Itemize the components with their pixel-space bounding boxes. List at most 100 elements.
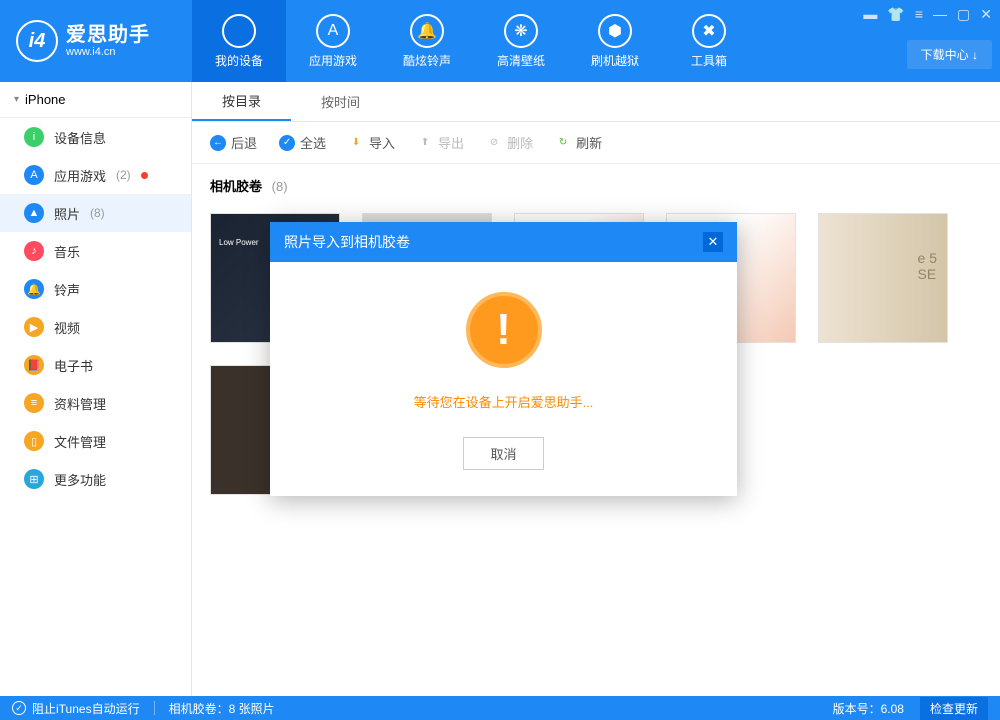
menu-icon[interactable]: ≡: [915, 6, 923, 23]
device-node[interactable]: ▾ iPhone: [0, 82, 191, 118]
device-label: iPhone: [25, 92, 65, 107]
dialog-header: 照片导入到相机胶卷 ✕: [270, 222, 737, 262]
photo-icon: ▲: [24, 203, 44, 223]
check-icon: ✓: [279, 135, 295, 151]
delete-button[interactable]: ⊘ 删除: [486, 133, 533, 152]
select-all-label: 全选: [300, 133, 326, 152]
sidebar-item-8[interactable]: ▯文件管理: [0, 422, 191, 460]
sidebar-item-2[interactable]: ▲照片(8): [0, 194, 191, 232]
sidebar: ▾ iPhone i设备信息A应用游戏(2)▲照片(8)♪音乐🔔铃声▶视频📕电子…: [0, 82, 192, 696]
sidebar-label: 应用游戏: [54, 166, 106, 185]
sidebar-list: i设备信息A应用游戏(2)▲照片(8)♪音乐🔔铃声▶视频📕电子书≡资料管理▯文件…: [0, 118, 191, 498]
tab-0[interactable]: 按目录: [192, 82, 291, 121]
nav-apple[interactable]: 我的设备: [192, 0, 286, 82]
maximize-icon[interactable]: ▢: [957, 6, 970, 23]
nav-box[interactable]: ⬢ 刷机越狱: [568, 0, 662, 82]
book-icon: 📕: [24, 355, 44, 375]
cancel-button[interactable]: 取消: [463, 437, 543, 470]
data-icon: ≡: [24, 393, 44, 413]
nav-label: 刷机越狱: [591, 52, 639, 69]
export-button[interactable]: ⬆ 导出: [417, 133, 464, 152]
back-label: 后退: [231, 133, 257, 152]
sidebar-label: 资料管理: [54, 394, 106, 413]
app-logo: i4 爱思助手 www.i4.cn: [0, 0, 192, 82]
check-update-button[interactable]: 检查更新: [920, 697, 988, 720]
sidebar-label: 设备信息: [54, 128, 106, 147]
ring-icon: 🔔: [24, 279, 44, 299]
warning-icon: !: [466, 292, 542, 368]
export-icon: ⬆: [417, 135, 433, 151]
toolbar: ← 后退 ✓ 全选 ⬇ 导入 ⬆ 导出 ⊘ 删除 ↻ 刷新: [192, 122, 1000, 164]
nav-label: 高清壁纸: [497, 52, 545, 69]
skin-icon[interactable]: 👕: [887, 6, 904, 23]
import-button[interactable]: ⬇ 导入: [348, 133, 395, 152]
logo-badge-icon: i4: [16, 20, 58, 62]
import-dialog: 照片导入到相机胶卷 ✕ ! 等待您在设备上开启爱思助手... 取消: [270, 222, 737, 496]
sidebar-item-5[interactable]: ▶ 视频: [0, 308, 191, 346]
album-name: 相机胶卷: [210, 179, 262, 194]
notification-dot-icon: [141, 172, 148, 179]
apple-icon: [222, 14, 256, 48]
minimize-icon[interactable]: —: [933, 6, 947, 23]
more-icon: ⊞: [24, 469, 44, 489]
sidebar-item-1[interactable]: A应用游戏(2): [0, 156, 191, 194]
sidebar-label: 音乐: [54, 242, 80, 261]
sidebar-label: 文件管理: [54, 432, 106, 451]
appstore-icon: A: [316, 14, 350, 48]
back-icon: ←: [210, 135, 226, 151]
sidebar-label: 电子书: [54, 356, 93, 375]
nav-bell[interactable]: 🔔 酷炫铃声: [380, 0, 474, 82]
nav-label: 应用游戏: [309, 52, 357, 69]
wallpaper-icon: ❋: [504, 14, 538, 48]
nav-label: 我的设备: [215, 52, 263, 69]
status-bar: ✓ 阻止iTunes自动运行 相机胶卷：8 张照片 版本号：6.08 检查更新: [0, 696, 1000, 720]
video-icon: ▶: [24, 317, 44, 337]
chevron-down-icon: ▾: [14, 94, 19, 105]
bell-icon: 🔔: [410, 14, 444, 48]
dialog-message: 等待您在设备上开启爱思助手...: [290, 392, 717, 411]
import-icon: ⬇: [348, 135, 364, 151]
sidebar-label: 视频: [54, 318, 80, 337]
select-all-button[interactable]: ✓ 全选: [279, 133, 326, 152]
import-label: 导入: [369, 133, 395, 152]
delete-icon: ⊘: [486, 135, 502, 151]
nav-appstore[interactable]: A 应用游戏: [286, 0, 380, 82]
sidebar-item-3[interactable]: ♪ 音乐: [0, 232, 191, 270]
dialog-close-button[interactable]: ✕: [703, 232, 723, 252]
box-icon: ⬢: [598, 14, 632, 48]
music-icon: ♪: [24, 241, 44, 261]
sidebar-item-7[interactable]: ≡ 资料管理: [0, 384, 191, 422]
itunes-block-toggle[interactable]: 阻止iTunes自动运行: [32, 700, 140, 717]
sidebar-item-9[interactable]: ⊞ 更多功能: [0, 460, 191, 498]
download-center-button[interactable]: 下载中心 ↓: [907, 40, 992, 69]
close-icon[interactable]: ✕: [980, 6, 992, 23]
app-header: i4 爱思助手 www.i4.cn 我的设备 A 应用游戏 🔔 酷炫铃声 ❋ 高清壁纸 ⬢ 刷机…: [0, 0, 1000, 82]
refresh-button[interactable]: ↻ 刷新: [555, 133, 602, 152]
dialog-title: 照片导入到相机胶卷: [284, 232, 410, 252]
info-icon: i: [24, 127, 44, 147]
sidebar-label: 更多功能: [54, 470, 106, 489]
apps-icon: A: [24, 165, 44, 185]
tab-1[interactable]: 按时间: [291, 82, 390, 121]
refresh-label: 刷新: [576, 133, 602, 152]
wrench-icon: ✖: [692, 14, 726, 48]
nav-label: 工具箱: [691, 52, 727, 69]
photo-thumb[interactable]: [818, 213, 948, 343]
sidebar-item-0[interactable]: i 设备信息: [0, 118, 191, 156]
export-label: 导出: [438, 133, 464, 152]
refresh-icon: ↻: [555, 135, 571, 151]
album-title: 相机胶卷 (8): [192, 164, 1000, 207]
sidebar-item-6[interactable]: 📕 电子书: [0, 346, 191, 384]
feedback-icon[interactable]: ▬: [863, 6, 877, 23]
sidebar-label: 照片: [54, 204, 80, 223]
view-tabs: 按目录按时间: [192, 82, 1000, 122]
nav-label: 酷炫铃声: [403, 52, 451, 69]
window-controls: ▬ 👕 ≡ — ▢ ✕: [863, 6, 992, 23]
status-info: 相机胶卷：8 张照片: [169, 700, 275, 717]
sidebar-label: 铃声: [54, 280, 80, 299]
sidebar-item-4[interactable]: 🔔 铃声: [0, 270, 191, 308]
check-circle-icon[interactable]: ✓: [12, 701, 26, 715]
nav-wrench[interactable]: ✖ 工具箱: [662, 0, 756, 82]
nav-wallpaper[interactable]: ❋ 高清壁纸: [474, 0, 568, 82]
back-button[interactable]: ← 后退: [210, 133, 257, 152]
